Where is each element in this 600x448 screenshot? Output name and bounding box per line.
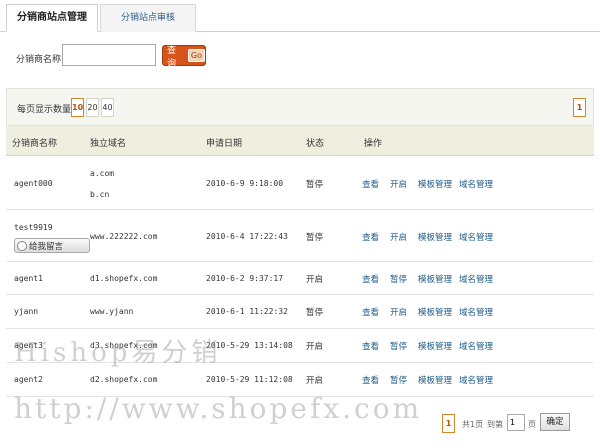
apply-date: 2010-6-2 9:37:17 — [206, 274, 284, 283]
header-actions: 操作 — [364, 139, 383, 149]
table-row: yjann www.yjann 2010-6-1 11:22:32 暂停 查看 … — [6, 295, 594, 329]
leave-message-button[interactable]: 给我留言 — [14, 238, 90, 253]
leave-message-label: 给我留言 — [29, 241, 64, 252]
status-text: 开启 — [306, 275, 324, 285]
domain-manage-link[interactable]: 域名管理 — [459, 231, 493, 243]
domain-manage-link[interactable]: 域名管理 — [459, 178, 493, 190]
distributor-name: yjann — [14, 307, 39, 316]
watermark-url: http://www.shopefx.com — [14, 392, 423, 425]
status-text: 开启 — [306, 342, 324, 352]
template-manage-link[interactable]: 模板管理 — [418, 340, 452, 352]
page-size-10[interactable]: 10 — [71, 98, 84, 117]
view-link[interactable]: 查看 — [362, 231, 379, 243]
apply-date: 2010-6-9 9:18:00 — [206, 179, 284, 188]
table-row: test9919 给我留言 www.222222.com 2010-6-4 17… — [6, 210, 594, 262]
page-size-20[interactable]: 20 — [86, 98, 99, 117]
page-size-label: 每页显示数量: — [17, 105, 75, 115]
pagination-goto-suffix: 页 — [528, 420, 536, 429]
apply-date: 2010-6-1 11:22:32 — [206, 307, 288, 316]
status-text: 暂停 — [306, 180, 324, 190]
domain: www.yjann — [90, 307, 134, 316]
table-row: agent000 a.com b.cn 2010-6-9 9:18:00 暂停 … — [6, 157, 594, 210]
distributor-name: agent2 — [14, 375, 43, 384]
watermark-brand: Hishop易分销 — [14, 338, 222, 368]
domain: a.com — [90, 169, 115, 178]
view-link[interactable]: 查看 — [362, 374, 379, 386]
template-manage-link[interactable]: 模板管理 — [418, 178, 452, 190]
tab-site-management[interactable]: 分销商站点管理 — [6, 4, 98, 32]
apply-date: 2010-5-29 11:12:08 — [206, 375, 293, 384]
template-manage-link[interactable]: 模板管理 — [418, 306, 452, 318]
domain-manage-link[interactable]: 域名管理 — [459, 306, 493, 318]
domain: d2.shopefx.com — [90, 375, 158, 384]
toggle-status-link[interactable]: 暂停 — [390, 374, 407, 386]
header-date: 申请日期 — [206, 139, 243, 149]
domain-manage-link[interactable]: 域名管理 — [459, 374, 493, 386]
template-manage-link[interactable]: 模板管理 — [418, 374, 452, 386]
message-icon — [17, 240, 27, 251]
search-button[interactable]: 查询 Go — [162, 45, 206, 69]
header-name: 分销商名称 — [12, 139, 58, 149]
toggle-status-link[interactable]: 开启 — [390, 231, 407, 243]
pagination-confirm-button[interactable]: 确定 — [540, 413, 570, 431]
domain-manage-link[interactable]: 域名管理 — [459, 340, 493, 352]
search-label: 分销商名称: — [16, 55, 65, 65]
pagination-goto-input[interactable] — [507, 414, 525, 431]
view-link[interactable]: 查看 — [362, 273, 379, 285]
search-button-label: 查询 — [167, 45, 177, 69]
header-domain: 独立域名 — [90, 139, 127, 149]
toggle-status-link[interactable]: 暂停 — [390, 340, 407, 352]
pagination-goto-prefix: 到第 — [487, 420, 503, 429]
domain: d1.shopefx.com — [90, 274, 158, 283]
status-text: 暂停 — [306, 233, 324, 243]
status-text: 暂停 — [306, 308, 324, 318]
toggle-status-link[interactable]: 暂停 — [390, 273, 407, 285]
tab-bar: 分销商站点管理 分销站点审核 — [0, 0, 600, 32]
page-size-40[interactable]: 40 — [101, 98, 114, 117]
domain-manage-link[interactable]: 域名管理 — [459, 273, 493, 285]
domain: www.222222.com — [90, 232, 158, 241]
template-manage-link[interactable]: 模板管理 — [418, 273, 452, 285]
view-link[interactable]: 查看 — [362, 178, 379, 190]
view-link[interactable]: 查看 — [362, 306, 379, 318]
toggle-status-link[interactable]: 开启 — [390, 178, 407, 190]
apply-date: 2010-6-4 17:22:43 — [206, 232, 288, 241]
distributor-name: test9919 — [14, 223, 53, 232]
view-link[interactable]: 查看 — [362, 340, 379, 352]
template-manage-link[interactable]: 模板管理 — [418, 231, 452, 243]
toggle-status-link[interactable]: 开启 — [390, 306, 407, 318]
page-size-bar: 每页显示数量: 10 20 40 1 — [6, 88, 594, 126]
table-header: 分销商名称 独立域名 申请日期 状态 操作 — [6, 126, 594, 156]
pagination-total: 共1页 — [462, 420, 484, 429]
pagination-bottom-current[interactable]: 1 — [442, 414, 455, 433]
tab-site-review[interactable]: 分销站点审核 — [100, 4, 196, 32]
distributor-name: agent000 — [14, 179, 53, 188]
header-status: 状态 — [306, 139, 325, 149]
search-input[interactable] — [62, 44, 156, 66]
distributor-name: agent1 — [14, 274, 43, 283]
pagination-top-current[interactable]: 1 — [573, 98, 586, 117]
table-row: agent1 d1.shopefx.com 2010-6-2 9:37:17 开… — [6, 262, 594, 295]
domain: b.cn — [90, 190, 110, 199]
status-text: 开启 — [306, 376, 324, 386]
go-icon: Go — [187, 49, 205, 62]
